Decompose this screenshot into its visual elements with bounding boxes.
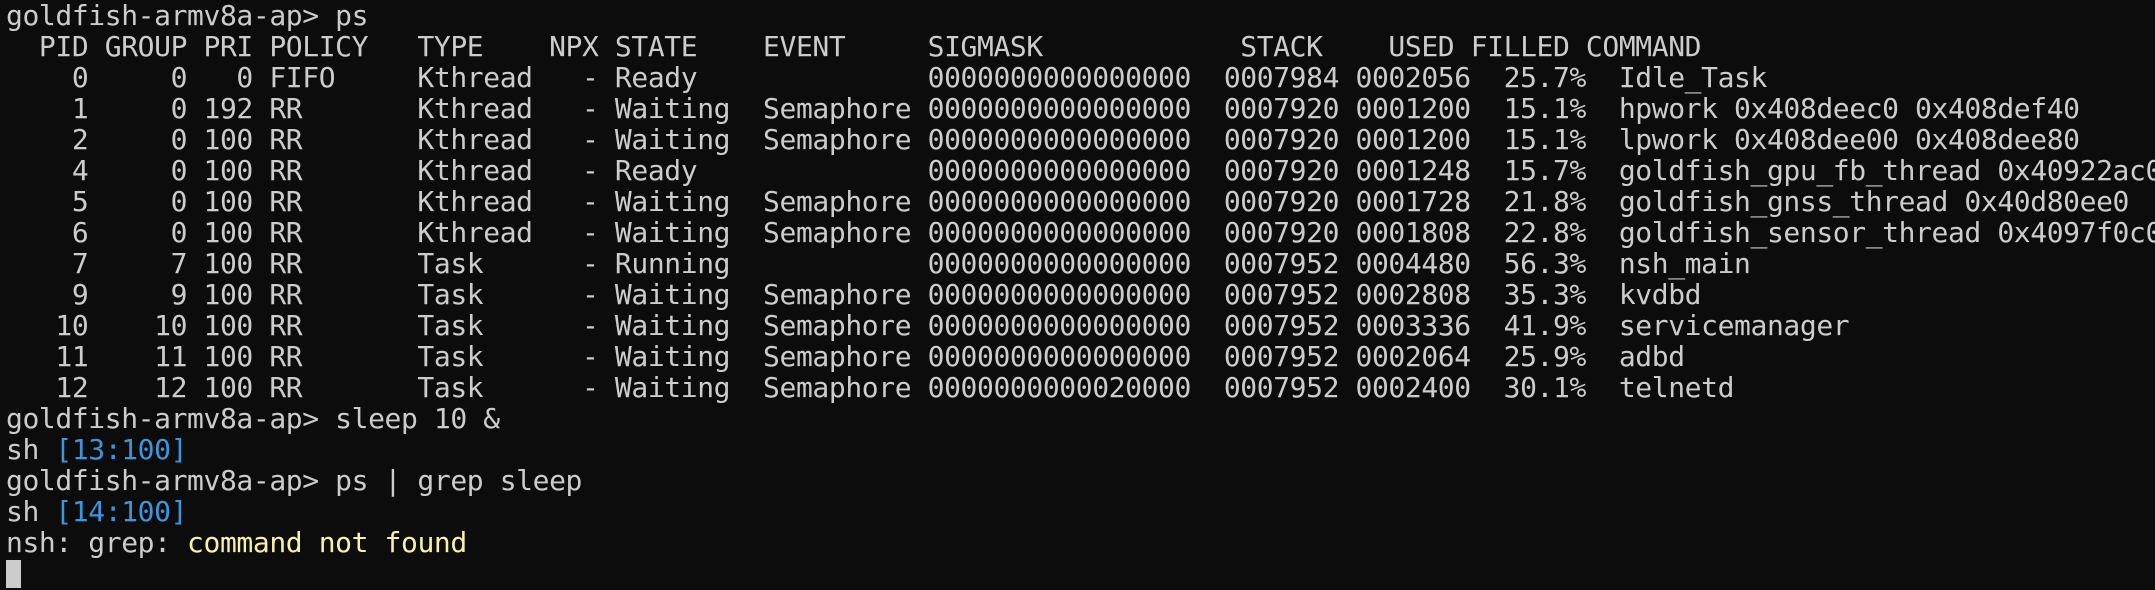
job-info: [14:100] — [55, 495, 188, 528]
ps-table-row: 6 0 100 RR Kthread - Waiting Semaphore 0… — [6, 216, 2155, 249]
ps-table-row: 7 7 100 RR Task - Running 00000000000000… — [6, 247, 1751, 280]
input-line[interactable] — [6, 558, 2151, 589]
ps-table-row: 12 12 100 RR Task - Waiting Semaphore 00… — [6, 371, 1735, 404]
job-prefix: sh — [6, 433, 56, 466]
job-info: [13:100] — [55, 433, 188, 466]
error-line: nsh: grep: command not found — [6, 527, 2151, 558]
ps-table-row: 11 11 100 RR Task - Waiting Semaphore 00… — [6, 340, 1685, 373]
terminal-line: goldfish-armv8a-ap> ps | grep sleep — [6, 464, 583, 497]
error-prefix: nsh: grep: — [6, 526, 188, 559]
ps-table-row: 2 0 100 RR Kthread - Waiting Semaphore 0… — [6, 123, 2080, 156]
ps-table-row: 5 0 100 RR Kthread - Waiting Semaphore 0… — [6, 185, 2130, 218]
ps-table-row: 10 10 100 RR Task - Waiting Semaphore 00… — [6, 309, 1850, 342]
error-message: command not found — [187, 526, 467, 559]
ps-table-row: 9 9 100 RR Task - Waiting Semaphore 0000… — [6, 278, 1702, 311]
ps-table-row: 1 0 192 RR Kthread - Waiting Semaphore 0… — [6, 92, 2080, 125]
terminal-line: goldfish-armv8a-ap> sleep 10 & — [6, 402, 500, 435]
text-cursor — [6, 560, 21, 588]
job-prefix: sh — [6, 495, 56, 528]
terminal-window[interactable]: goldfish-armv8a-ap> ps PID GROUP PRI POL… — [6, 0, 2155, 590]
ps-table-header: PID GROUP PRI POLICY TYPE NPX STATE EVEN… — [6, 30, 1702, 63]
ps-table-row: 4 0 100 RR Kthread - Ready 0000000000000… — [6, 154, 2155, 187]
ps-table-row: 0 0 0 FIFO Kthread - Ready 0000000000000… — [6, 61, 1768, 94]
terminal-line: goldfish-armv8a-ap> ps — [6, 0, 369, 32]
job-status-line: sh [13:100] — [6, 434, 2151, 465]
job-status-line: sh [14:100] — [6, 496, 2151, 527]
